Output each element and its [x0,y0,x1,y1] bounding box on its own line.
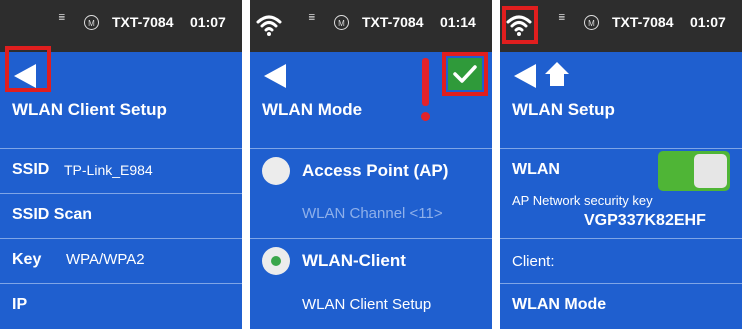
row-label: SSID [12,161,50,178]
mode-badge-icon: M [84,15,99,30]
wlan-client-setup-link[interactable]: WLAN Client Setup [302,296,431,313]
highlight-box-confirm [442,52,488,96]
row-label: SSID Scan [12,206,93,223]
device-name: TXT-7084 [112,14,174,30]
row-value: TP-Link_E984 [64,162,153,178]
back-arrow-icon[interactable] [514,64,536,88]
mode-badge-icon: M [334,15,349,30]
row-ip[interactable]: IP [0,283,242,328]
mode-badge-icon: M [584,15,599,30]
clock: 01:07 [190,14,226,30]
page-title: WLAN Setup [512,100,615,119]
exclamation-icon [422,58,429,106]
home-icon[interactable] [544,60,570,88]
device-name: TXT-7084 [362,14,424,30]
option-label: WLAN-Client [302,251,406,270]
back-arrow-icon[interactable] [264,64,286,88]
device-name: TXT-7084 [612,14,674,30]
highlight-box-back [5,46,51,92]
option-label: Access Point (AP) [302,161,449,180]
radio-wlan-client[interactable] [262,247,290,275]
page-title: WLAN Mode [262,100,363,119]
row-wlan-mode[interactable]: WLAN Mode [500,283,742,328]
row-value: WPA/WPA2 [66,251,145,268]
ap-key-value: VGP337K82EHF [584,212,706,229]
signal-icon: ≣ [558,13,566,23]
row-label: Key [12,251,42,268]
screen-wlan-mode: ≣ M TXT-7084 01:14 WLAN Mode Access Poin… [250,0,492,329]
page-title: WLAN Client Setup [12,100,167,119]
wlan-mode-label: WLAN Mode [512,296,607,313]
option-wlan-client[interactable]: WLAN-Client [250,238,492,283]
clock: 01:07 [690,14,726,30]
row-client[interactable]: Client: [500,238,742,283]
status-bar: ≣ M TXT-7084 01:14 [250,0,492,52]
wifi-icon [256,15,282,36]
highlight-box-wifi [502,6,538,44]
status-bar: ≣ M TXT-7084 01:07 [0,0,242,52]
row-ssid[interactable]: SSID TP-Link_E984 [0,148,242,193]
signal-icon: ≣ [58,13,66,23]
wlan-channel-disabled: WLAN Channel <11> [302,205,443,222]
wlan-label: WLAN [512,161,560,178]
screen-wlan-client-setup: ≣ M TXT-7084 01:07 WLAN Client Setup SSI… [0,0,242,329]
clock: 01:14 [440,14,476,30]
row-label: IP [12,296,28,313]
row-ssid-scan[interactable]: SSID Scan [0,193,242,238]
radio-access-point[interactable] [262,157,290,185]
option-access-point[interactable]: Access Point (AP) [250,148,492,193]
signal-icon: ≣ [308,13,316,23]
row-key[interactable]: Key WPA/WPA2 [0,238,242,283]
client-label: Client: [512,253,555,270]
radio-selected-dot [271,256,281,266]
exclamation-dot [421,112,430,121]
screen-wlan-setup: ≣ M TXT-7084 01:07 WLAN Setup WLAN AP Ne… [500,0,742,329]
toggle-knob [694,154,727,188]
nav-bar [500,52,742,100]
wlan-toggle[interactable] [658,151,730,191]
ap-key-label: AP Network security key [512,193,653,208]
